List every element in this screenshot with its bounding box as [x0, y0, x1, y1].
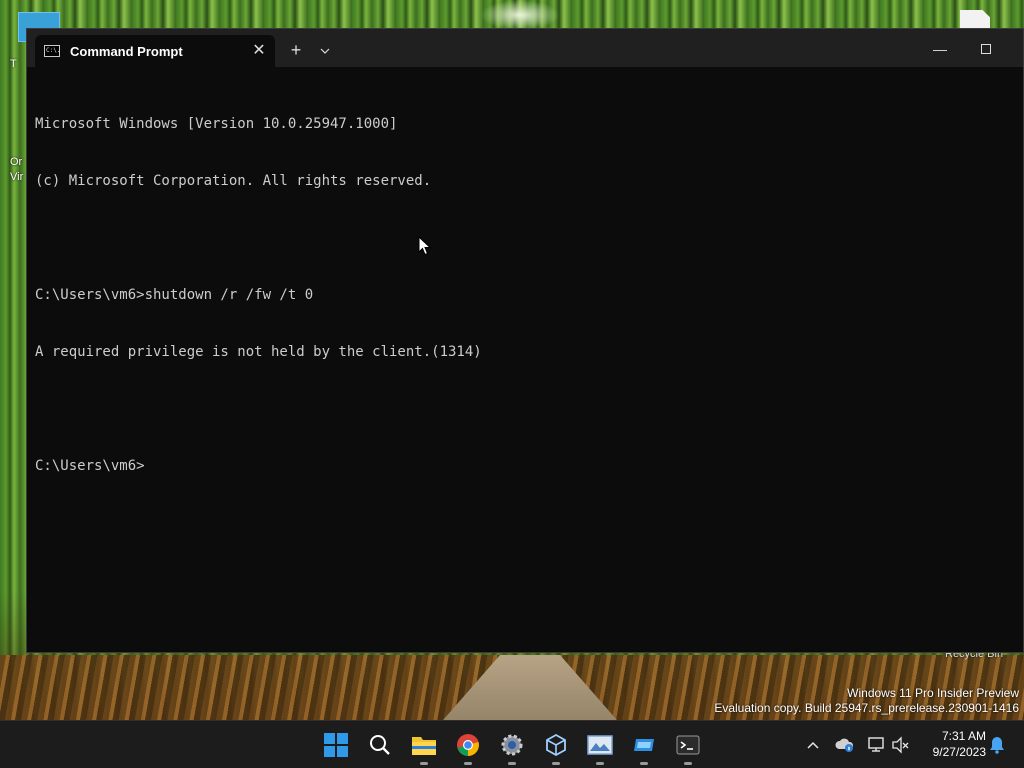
tab-title: Command Prompt [70, 43, 183, 59]
network-icon [868, 737, 884, 752]
running-indicator [508, 762, 516, 765]
bell-icon [990, 737, 1004, 754]
title-bar[interactable]: C:\. Command Prompt ✕ + — [27, 29, 1023, 67]
maximize-icon [981, 44, 991, 54]
image-icon [587, 735, 613, 755]
desktop-icon-label-1: T [10, 58, 17, 70]
show-hidden-icons-button[interactable] [802, 733, 824, 757]
chevron-up-icon [807, 741, 819, 749]
desktop-icon-label-3: Vir [10, 171, 24, 183]
monitor-icon [634, 739, 654, 751]
terminal-button[interactable] [672, 729, 704, 765]
chrome-button[interactable] [452, 729, 484, 765]
command-prompt-icon: C:\. [44, 45, 60, 57]
chevron-down-icon [320, 48, 330, 54]
close-tab-button[interactable]: ✕ [247, 39, 271, 63]
windows-start-icon [324, 733, 348, 757]
speaker-muted-icon [892, 736, 909, 754]
clock-date: 9/27/2023 [932, 745, 986, 759]
new-tab-button[interactable]: + [283, 37, 309, 63]
chrome-icon [457, 734, 479, 756]
terminal-window[interactable]: C:\. Command Prompt ✕ + — Microsoft Wind… [26, 28, 1024, 653]
console-output[interactable]: Microsoft Windows [Version 10.0.25947.10… [35, 77, 1005, 647]
remote-desktop-button[interactable] [628, 729, 660, 765]
search-icon [370, 735, 390, 755]
file-explorer-button[interactable] [408, 729, 440, 765]
windows-watermark: Windows 11 Pro Insider Preview Evaluatio… [714, 686, 1019, 716]
clock-time: 7:31 AM [941, 729, 986, 743]
running-indicator [420, 762, 428, 765]
folder-icon [412, 737, 436, 755]
running-indicator [552, 762, 560, 765]
cube-icon [546, 733, 566, 757]
watermark-line-1: Windows 11 Pro Insider Preview [847, 686, 1019, 700]
cloud-info-icon [835, 738, 854, 752]
console-line: C:\Users\vm6>shutdown /r /fw /t 0 [35, 287, 314, 303]
running-indicator [640, 762, 648, 765]
onedrive-tray-button[interactable] [834, 733, 856, 757]
taskbar [0, 720, 1024, 768]
wallpaper-light [480, 0, 560, 30]
terminal-icon [676, 735, 700, 755]
console-line: A required privilege is not held by the … [35, 344, 482, 360]
watermark-line-2: Evaluation copy. Build 25947.rs_prerelea… [714, 701, 1019, 715]
running-indicator [684, 762, 692, 765]
gear-icon [501, 734, 523, 756]
system-clock[interactable]: 7:31 AM 9/27/2023 [920, 728, 986, 760]
photos-button[interactable] [584, 729, 616, 765]
settings-button[interactable] [496, 729, 528, 765]
start-button[interactable] [320, 729, 352, 761]
virtualbox-button[interactable] [540, 729, 572, 765]
search-button[interactable] [364, 729, 396, 761]
tab-dropdown-button[interactable] [313, 37, 337, 63]
maximize-button[interactable] [963, 35, 1009, 63]
mouse-cursor-icon [418, 236, 432, 256]
network-tray-button[interactable] [866, 733, 888, 757]
running-indicator [596, 762, 604, 765]
volume-tray-button[interactable] [890, 733, 912, 757]
tab-command-prompt[interactable]: C:\. Command Prompt ✕ [35, 35, 275, 67]
desktop-icon-label-2: Or [10, 156, 23, 168]
notifications-button[interactable] [986, 733, 1008, 757]
console-prompt[interactable]: C:\Users\vm6> [35, 457, 1005, 476]
running-indicator [464, 762, 472, 765]
console-line: Microsoft Windows [Version 10.0.25947.10… [35, 116, 398, 132]
minimize-button[interactable]: — [917, 35, 963, 63]
console-line: (c) Microsoft Corporation. All rights re… [35, 173, 432, 189]
